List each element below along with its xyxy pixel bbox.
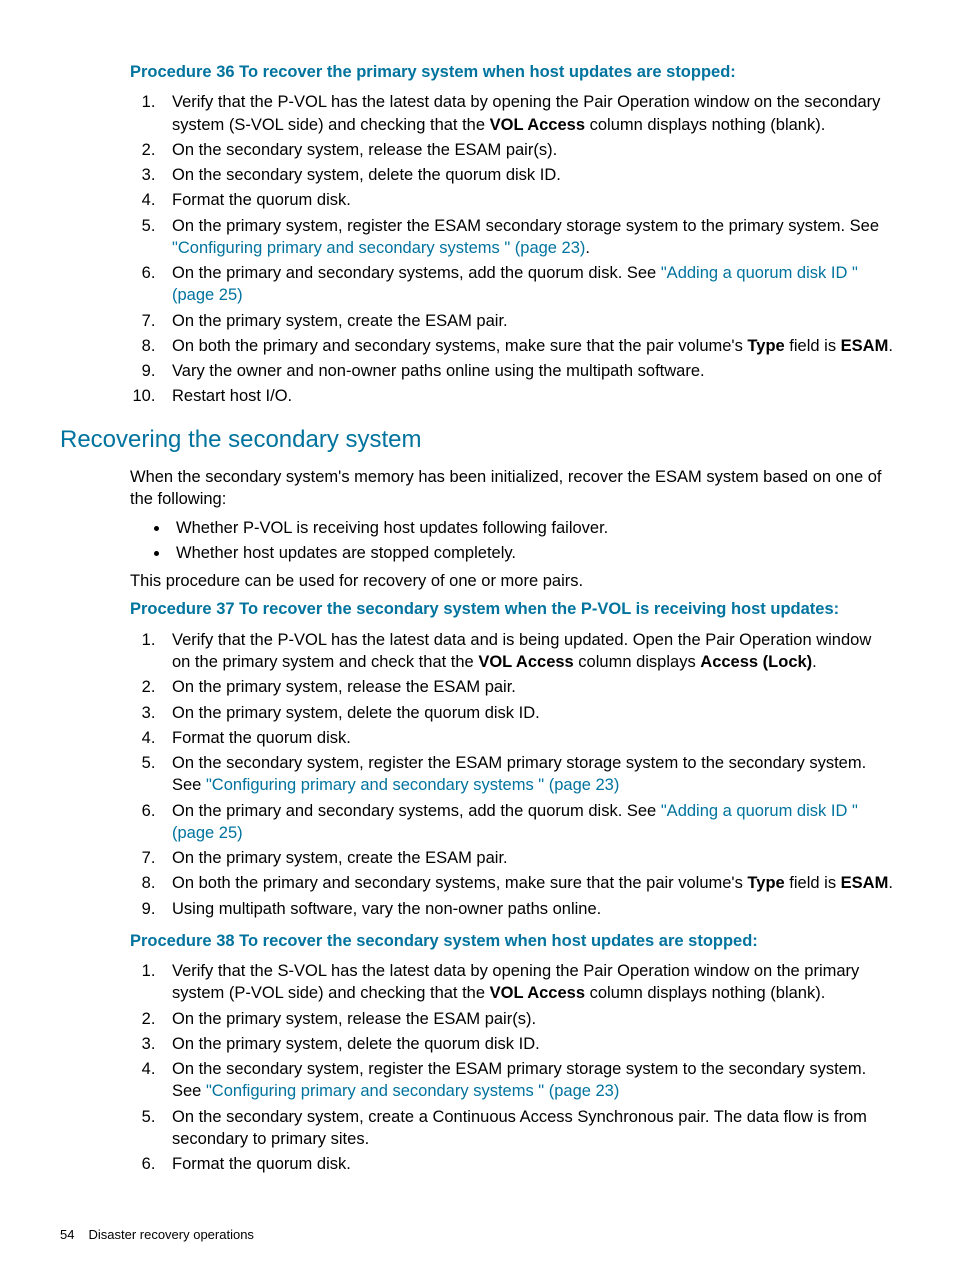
list-item: On both the primary and secondary system…: [160, 872, 894, 894]
page-number: 54: [60, 1226, 74, 1244]
list-item: Verify that the S-VOL has the latest dat…: [160, 960, 894, 1005]
text: On the primary and secondary systems, ad…: [172, 802, 661, 820]
list-item: Format the quorum disk.: [160, 189, 894, 211]
list-item: On both the primary and secondary system…: [160, 335, 894, 357]
list-item: On the secondary system, release the ESA…: [160, 139, 894, 161]
list-item: On the primary system, release the ESAM …: [160, 676, 894, 698]
bold-text: ESAM: [841, 337, 889, 355]
list-item: Using multipath software, vary the non-o…: [160, 898, 894, 920]
link-configuring-systems[interactable]: "Configuring primary and secondary syste…: [206, 1082, 619, 1100]
list-item: Format the quorum disk.: [160, 727, 894, 749]
text: column displays nothing (blank).: [585, 116, 825, 134]
text: .: [812, 653, 817, 671]
chapter-title: Disaster recovery operations: [88, 1227, 253, 1242]
list-item: Whether P-VOL is receiving host updates …: [170, 517, 894, 539]
text: column displays nothing (blank).: [585, 984, 825, 1002]
procedure-38-title: Procedure 38 To recover the secondary sy…: [130, 930, 894, 952]
section-heading-recovering-secondary: Recovering the secondary system: [60, 424, 894, 456]
text: On both the primary and secondary system…: [172, 337, 747, 355]
procedure-37-steps: Verify that the P-VOL has the latest dat…: [130, 629, 894, 920]
bold-text: VOL Access: [490, 984, 585, 1002]
list-item: On the secondary system, register the ES…: [160, 1058, 894, 1103]
list-item: On the primary system, register the ESAM…: [160, 215, 894, 260]
bold-text: VOL Access: [478, 653, 573, 671]
list-item: Restart host I/O.: [160, 385, 894, 407]
list-item: On the secondary system, register the ES…: [160, 752, 894, 797]
text: On the primary system, register the ESAM…: [172, 217, 879, 235]
bold-text: Type: [747, 337, 784, 355]
text: .: [888, 874, 893, 892]
list-item: On the primary system, create the ESAM p…: [160, 847, 894, 869]
bold-text: Access (Lock): [700, 653, 812, 671]
text: column displays: [574, 653, 701, 671]
page-footer: 54 Disaster recovery operations: [60, 1226, 894, 1244]
bullet-list: Whether P-VOL is receiving host updates …: [130, 517, 894, 565]
link-configuring-systems[interactable]: "Configuring primary and secondary syste…: [206, 776, 619, 794]
text: On the primary and secondary systems, ad…: [172, 264, 661, 282]
list-item: Format the quorum disk.: [160, 1153, 894, 1175]
text: .: [585, 239, 590, 257]
list-item: Verify that the P-VOL has the latest dat…: [160, 629, 894, 674]
text: .: [888, 337, 893, 355]
list-item: On the primary and secondary systems, ad…: [160, 262, 894, 307]
list-item: Verify that the P-VOL has the latest dat…: [160, 91, 894, 136]
list-item: On the secondary system, create a Contin…: [160, 1106, 894, 1151]
list-item: On the primary and secondary systems, ad…: [160, 800, 894, 845]
procedure-37-title: Procedure 37 To recover the secondary sy…: [130, 598, 894, 620]
list-item: On the primary system, delete the quorum…: [160, 702, 894, 724]
text: field is: [785, 337, 841, 355]
procedure-36-steps: Verify that the P-VOL has the latest dat…: [130, 91, 894, 407]
bold-text: Type: [747, 874, 784, 892]
note-paragraph: This procedure can be used for recovery …: [130, 570, 894, 592]
bold-text: VOL Access: [490, 116, 585, 134]
text: On both the primary and secondary system…: [172, 874, 747, 892]
procedure-38-steps: Verify that the S-VOL has the latest dat…: [130, 960, 894, 1175]
link-configuring-systems[interactable]: "Configuring primary and secondary syste…: [172, 239, 585, 257]
text: field is: [785, 874, 841, 892]
list-item: On the primary system, create the ESAM p…: [160, 310, 894, 332]
list-item: Whether host updates are stopped complet…: [170, 542, 894, 564]
list-item: On the primary system, release the ESAM …: [160, 1008, 894, 1030]
bold-text: ESAM: [841, 874, 889, 892]
list-item: On the secondary system, delete the quor…: [160, 164, 894, 186]
list-item: Vary the owner and non-owner paths onlin…: [160, 360, 894, 382]
list-item: On the primary system, delete the quorum…: [160, 1033, 894, 1055]
procedure-36-title: Procedure 36 To recover the primary syst…: [130, 61, 894, 83]
intro-paragraph: When the secondary system's memory has b…: [130, 466, 894, 511]
